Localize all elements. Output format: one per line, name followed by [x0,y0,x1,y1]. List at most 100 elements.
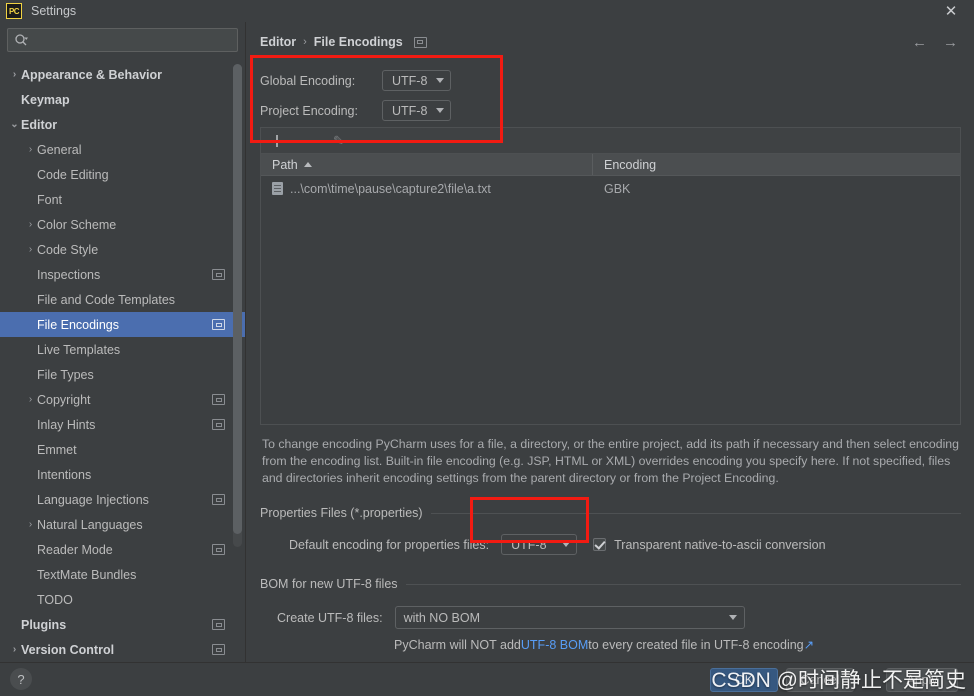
chevron-down-icon [562,542,571,547]
chevron-right-icon[interactable]: › [24,144,37,155]
table-toolbar: ✎ [260,127,961,153]
table-cell-encoding[interactable]: GBK [593,182,630,196]
encoding-hint-text: To change encoding PyCharm uses for a fi… [262,437,959,485]
add-path-button[interactable] [269,133,285,149]
table-header: Path Encoding [261,154,960,176]
sidebar-item-general[interactable]: › General [0,137,245,162]
sidebar-item-label: Inspections [37,267,101,282]
sidebar-item-appearance-behavior[interactable]: › Appearance & Behavior [0,62,245,87]
sidebar-item-live-templates[interactable]: Live Templates [0,337,245,362]
help-icon[interactable]: ? [10,668,32,690]
sidebar-item-version-control[interactable]: › Version Control [0,637,245,662]
sidebar-item-inspections[interactable]: Inspections [0,262,245,287]
sidebar-item-code-editing[interactable]: Code Editing [0,162,245,187]
project-scope-icon [212,494,225,505]
properties-encoding-label: Default encoding for properties files: [289,537,490,552]
chevron-down-icon[interactable]: ⌄ [8,119,21,130]
column-header-encoding-label: Encoding [604,157,657,172]
column-header-path-label: Path [272,157,298,172]
sidebar-item-textmate-bundles[interactable]: TextMate Bundles [0,562,245,587]
settings-tree: › Appearance & Behavior Keymap ⌄ Editor › Gene… [0,62,245,662]
project-scope-icon [413,36,427,48]
sidebar-item-reader-mode[interactable]: Reader Mode [0,537,245,562]
sidebar-item-font[interactable]: Font [0,187,245,212]
sidebar-item-label: Natural Languages [37,517,143,532]
global-encoding-dropdown[interactable]: UTF-8 [382,70,451,91]
search-box[interactable] [7,28,238,52]
sidebar-item-plugins[interactable]: Plugins [0,612,245,637]
edit-path-button[interactable]: ✎ [333,133,349,149]
properties-section-title-label: Properties Files (*.properties) [260,506,423,520]
chevron-right-icon[interactable]: › [8,69,21,80]
sort-ascending-icon [303,162,312,167]
chevron-right-icon[interactable]: › [24,244,37,255]
sidebar-item-file-types[interactable]: File Types [0,362,245,387]
transparent-conversion-checkbox-row[interactable]: Transparent native-to-ascii conversion [593,538,826,552]
sidebar-item-label: Editor [21,117,58,132]
column-header-path[interactable]: Path [261,154,593,175]
file-icon [272,182,283,195]
back-arrow-icon[interactable]: ← [912,34,927,51]
transparent-conversion-checkbox[interactable] [593,538,607,551]
sidebar-item-code-style[interactable]: › Code Style [0,237,245,262]
sidebar-item-emmet[interactable]: Emmet [0,437,245,462]
bom-note: PyCharm will NOT add UTF-8 BOM to every … [394,637,814,653]
project-encoding-dropdown[interactable]: UTF-8 [382,100,451,121]
chevron-down-icon [728,615,737,620]
settings-dialog: PC Settings ✕ › Appearance & Behavior Keym… [0,0,974,696]
global-encoding-value: UTF-8 [392,73,428,88]
close-icon[interactable]: ✕ [928,0,974,22]
search-input[interactable] [32,33,231,47]
chevron-right-icon[interactable]: › [24,219,37,230]
chevron-right-icon[interactable]: › [24,519,37,530]
external-link-icon[interactable]: ↗ [804,637,814,652]
project-scope-icon [212,419,225,430]
sidebar-item-inlay-hints[interactable]: Inlay Hints [0,412,245,437]
properties-encoding-dropdown[interactable]: UTF-8 [501,534,578,555]
sidebar-item-editor[interactable]: ⌄ Editor [0,112,245,137]
sidebar-item-language-injections[interactable]: Language Injections [0,487,245,512]
sidebar-item-copyright[interactable]: › Copyright [0,387,245,412]
chevron-right-icon[interactable]: › [8,644,21,655]
sidebar-item-keymap[interactable]: Keymap [0,87,245,112]
sidebar-scrollbar-thumb[interactable] [233,64,242,534]
bom-note-prefix: PyCharm will NOT add [394,637,521,652]
sidebar-item-label: Plugins [21,617,67,632]
project-scope-icon [212,319,225,330]
breadcrumb-parent[interactable]: Editor [260,35,296,49]
remove-path-button[interactable] [301,133,317,149]
table-cell-path: ...\com\time\pause\capture2\file\a.txt [261,182,593,196]
sidebar-item-natural-languages[interactable]: › Natural Languages [0,512,245,537]
sidebar-scrollbar-track[interactable] [233,64,242,547]
sidebar-item-label: General [37,142,82,157]
sidebar-item-intentions[interactable]: Intentions [0,462,245,487]
section-divider [405,583,961,585]
forward-arrow-icon[interactable]: → [943,34,958,51]
search-icon [14,33,28,47]
column-header-encoding[interactable]: Encoding [593,154,656,175]
project-scope-icon [212,619,225,630]
window-title: Settings [31,4,77,18]
bom-create-value: with NO BOM [403,610,480,625]
sidebar-item-label: Live Templates [37,342,121,357]
chevron-down-icon [436,78,444,83]
project-encoding-label: Project Encoding: [260,103,358,118]
bom-create-dropdown[interactable]: with NO BOM [394,606,745,629]
sidebar-item-label: Color Scheme [37,217,117,232]
global-encoding-label: Global Encoding: [260,73,356,88]
sidebar-item-label: File Types [37,367,94,382]
sidebar-item-file-and-code-templates[interactable]: File and Code Templates [0,287,245,312]
sidebar-item-file-encodings[interactable]: File Encodings [0,312,245,337]
sidebar-item-label: Language Injections [37,492,149,507]
utf8-bom-link[interactable]: UTF-8 BOM [521,638,588,652]
chevron-right-icon[interactable]: › [24,394,37,405]
sidebar-item-label: TODO [37,592,73,607]
table-body: ...\com\time\pause\capture2\file\a.txt GB… [261,176,960,201]
properties-section-title: Properties Files (*.properties) [260,506,961,520]
settings-sidebar: › Appearance & Behavior Keymap ⌄ Editor › Gene… [0,22,246,662]
nav-arrows: ← → [912,34,958,51]
table-row[interactable]: ...\com\time\pause\capture2\file\a.txt GB… [261,176,960,201]
sidebar-item-todo[interactable]: TODO [0,587,245,612]
project-scope-icon [212,269,225,280]
sidebar-item-color-scheme[interactable]: › Color Scheme [0,212,245,237]
